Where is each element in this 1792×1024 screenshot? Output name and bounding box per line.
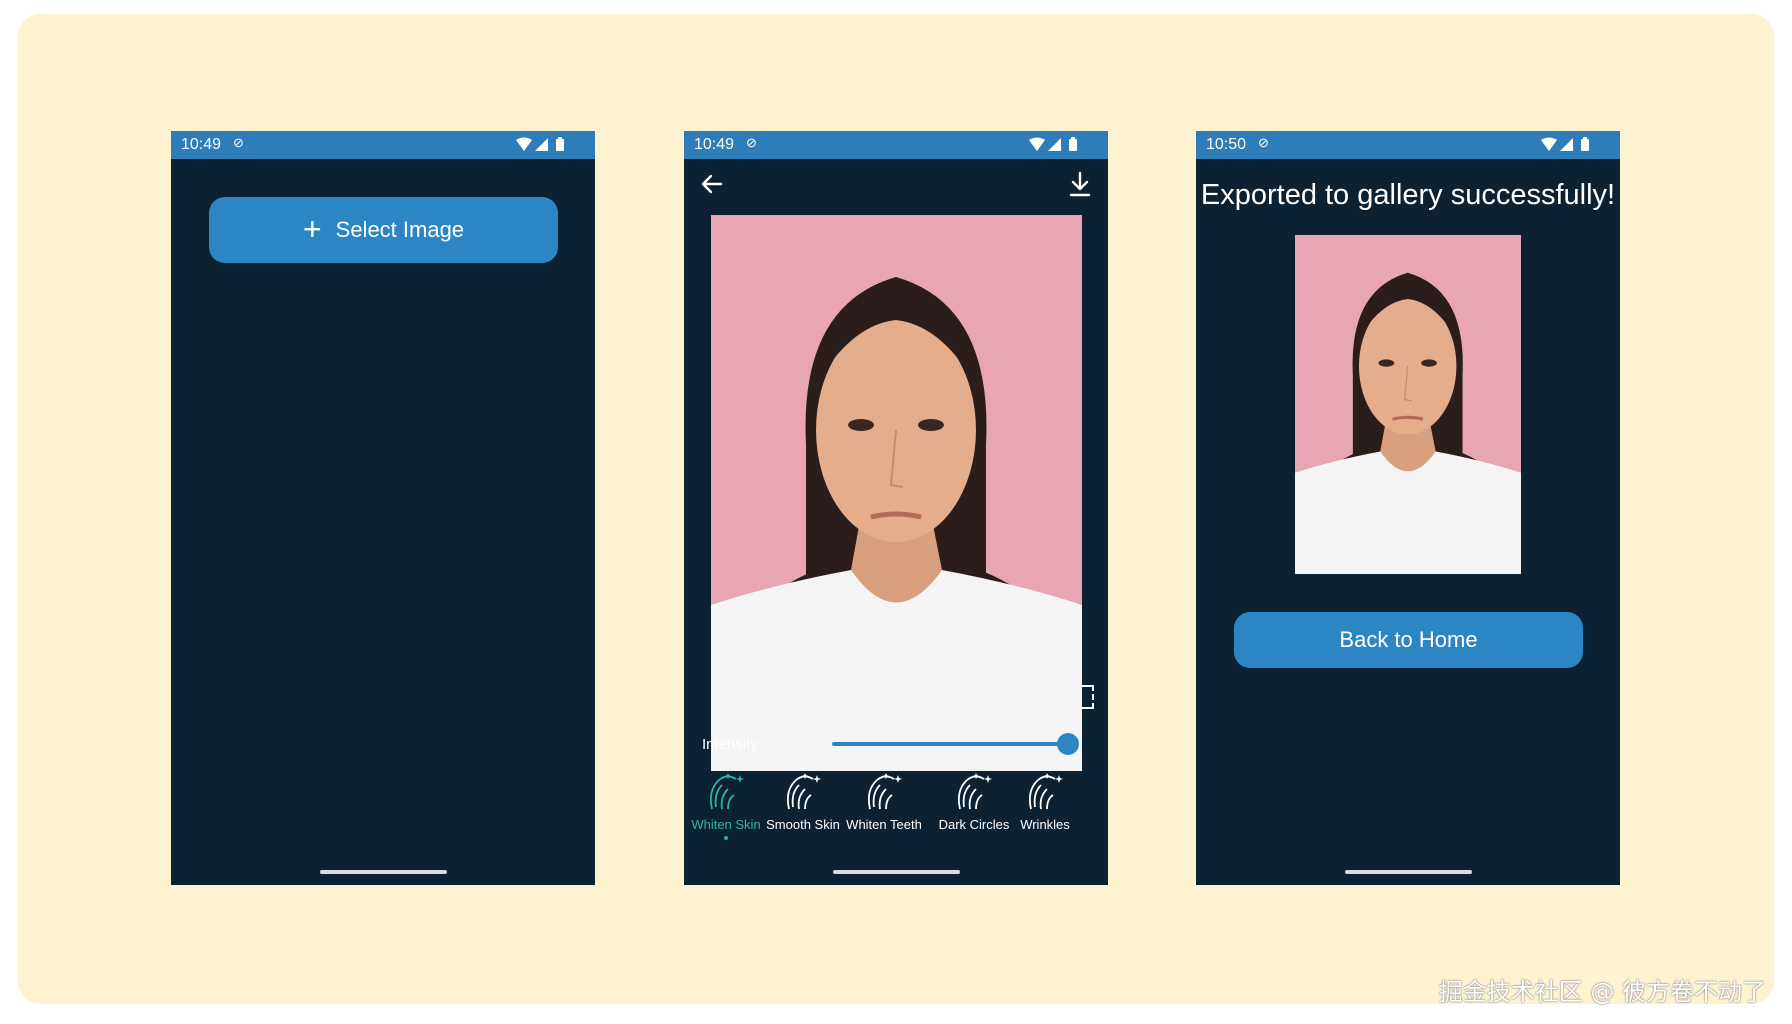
battery-icon [556, 139, 564, 151]
wifi-icon [1029, 137, 1045, 151]
location-icon: ⊘ [233, 135, 244, 150]
intensity-slider-thumb[interactable] [1057, 733, 1079, 755]
face-sparkle-icon [1028, 773, 1063, 810]
battery-icon [1581, 139, 1589, 151]
status-bar: 10:50 ⊘ [1196, 131, 1620, 159]
home-indicator[interactable] [833, 870, 960, 874]
location-icon: ⊘ [1258, 135, 1269, 150]
signal-icon [535, 138, 548, 151]
system-icons [1540, 137, 1592, 158]
back-to-home-button[interactable]: Back to Home [1234, 612, 1583, 668]
status-time: 10:50 [1206, 136, 1247, 153]
arrow-left-icon[interactable] [699, 171, 725, 202]
tool-label: Whiten Teeth [846, 817, 922, 832]
phone-screen-editor: 10:49 ⊘ Intensity Whiten Skin Smooth Ski… [684, 131, 1108, 885]
home-indicator[interactable] [1345, 870, 1472, 874]
watermark: 掘金技术社区 @ 彼方卷不动了 [1438, 978, 1766, 1006]
plus-icon: + [302, 210, 322, 247]
face-sparkle-icon [867, 773, 902, 810]
export-success-title: Exported to gallery successfully! [1200, 179, 1616, 211]
wifi-icon [516, 137, 532, 151]
back-to-home-label: Back to Home [1339, 627, 1478, 652]
status-time: 10:49 [694, 136, 735, 153]
signal-icon [1048, 138, 1061, 151]
edited-photo [711, 215, 1082, 771]
status-bar: 10:49 ⊘ [171, 131, 595, 159]
download-icon[interactable] [1067, 171, 1093, 204]
status-time: 10:49 [181, 136, 222, 153]
face-sparkle-icon [957, 773, 992, 810]
select-image-button[interactable]: + Select Image [209, 197, 558, 263]
crop-handle[interactable] [1082, 685, 1094, 709]
wifi-icon [1541, 137, 1557, 151]
select-image-label: Select Image [335, 217, 465, 242]
intensity-label: Intensity [702, 736, 758, 753]
intensity-slider-track[interactable] [832, 742, 1068, 746]
tool-wrinkles[interactable]: Wrinkles [1002, 771, 1088, 832]
home-indicator[interactable] [320, 870, 447, 874]
location-icon: ⊘ [746, 135, 757, 150]
signal-icon [1560, 138, 1573, 151]
battery-icon [1069, 139, 1077, 151]
exported-photo [1295, 235, 1521, 574]
tool-whiten-teeth[interactable]: Whiten Teeth [836, 771, 932, 832]
phone-screen-home: 10:49 ⊘ + Select Image [171, 131, 595, 885]
phone-screen-export: 10:50 ⊘ Exported to gallery successfully… [1196, 131, 1620, 885]
face-sparkle-icon [786, 773, 821, 810]
face-sparkle-icon [709, 773, 744, 810]
system-icons [1028, 137, 1080, 158]
system-icons [515, 137, 567, 158]
tool-label: Wrinkles [1020, 817, 1070, 832]
beauty-tools-bar: Whiten Skin Smooth Skin Whiten Teeth Dar… [684, 771, 1108, 861]
active-indicator-dot [724, 836, 728, 840]
status-bar: 10:49 ⊘ [684, 131, 1108, 159]
